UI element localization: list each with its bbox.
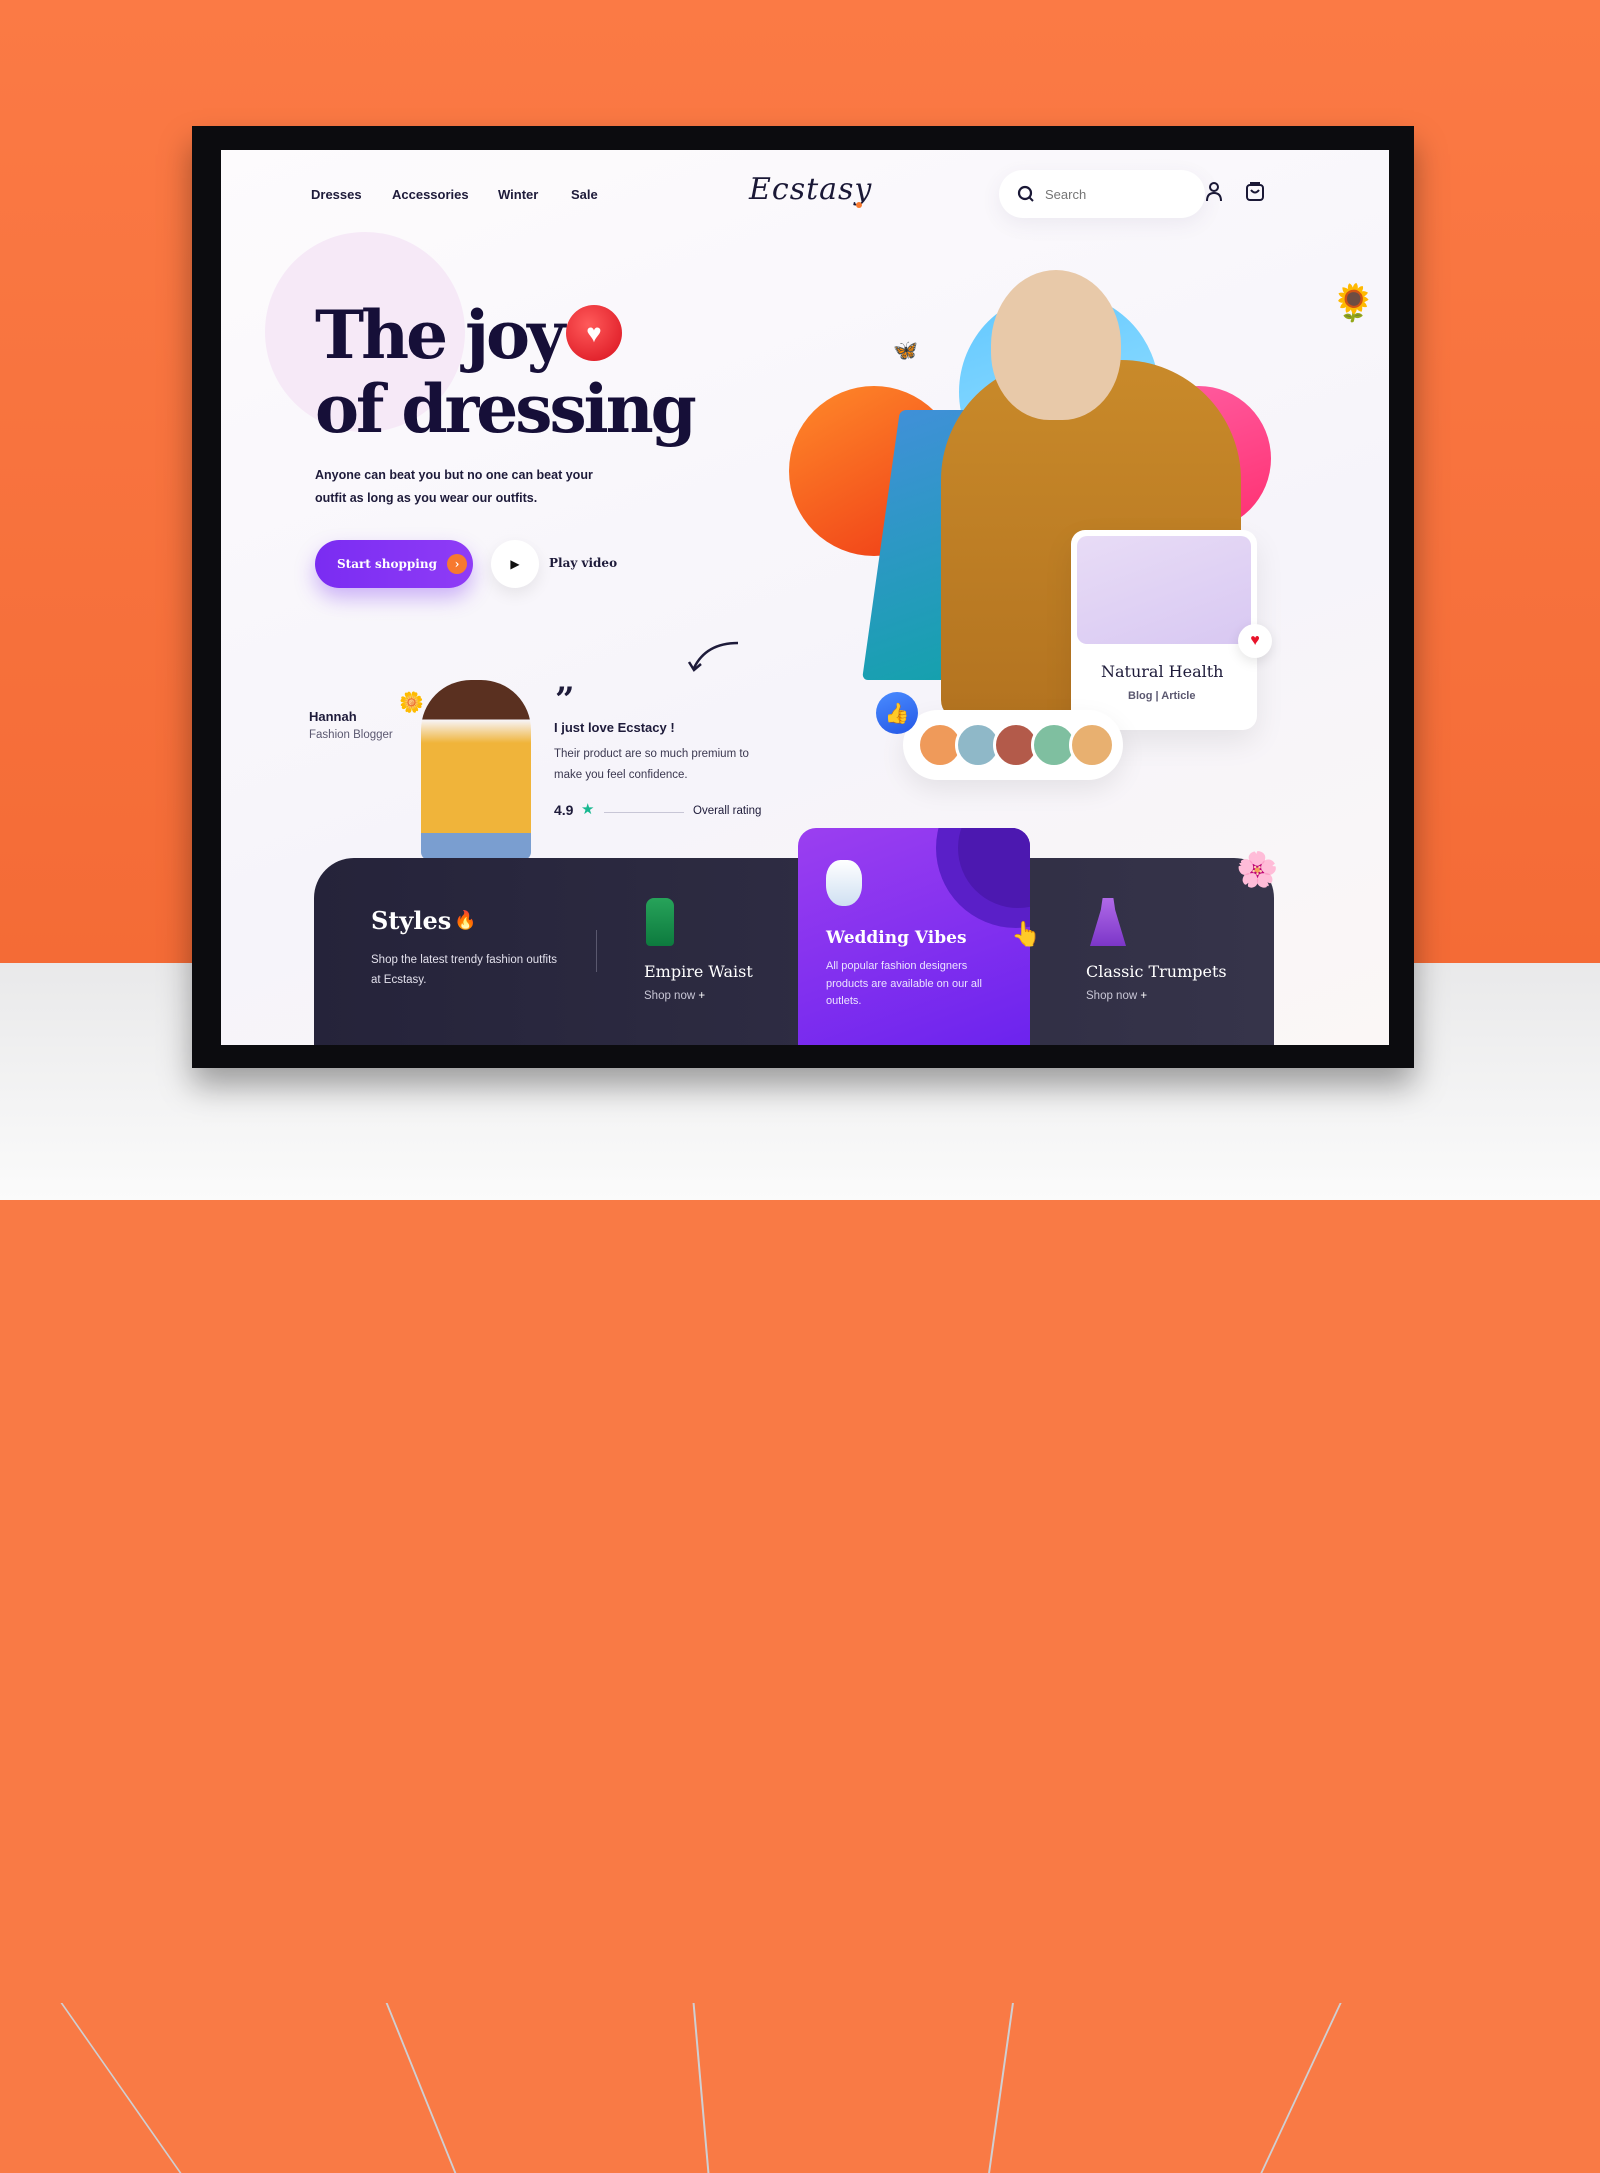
- play-icon: ▶: [510, 557, 520, 571]
- start-shopping-button[interactable]: Start shopping ›: [315, 540, 473, 588]
- wedding-vibes-card[interactable]: Wedding Vibes All popular fashion design…: [798, 828, 1030, 1045]
- search-box[interactable]: [999, 170, 1205, 218]
- title-line-2: of dressing: [315, 370, 697, 448]
- hero-subtitle: Anyone can beat you but no one can beat …: [315, 468, 593, 505]
- start-shopping-label: Start shopping: [337, 557, 437, 571]
- quote-text: Their product are so much premium to mak…: [554, 748, 749, 781]
- blog-title: Natural Health: [1101, 662, 1224, 681]
- wedding-title: Wedding Vibes: [826, 928, 967, 948]
- fire-icon: 🔥: [454, 910, 477, 930]
- shop-now-label: Shop now: [1086, 990, 1138, 1002]
- classic-trumpets-dress-icon: [1090, 898, 1126, 946]
- shop-now-link[interactable]: Shop now +: [644, 986, 705, 1006]
- logo[interactable]: Ecstasy: [749, 172, 872, 207]
- flower-icon: 🌸: [1236, 851, 1279, 889]
- tag-blog: Blog: [1128, 690, 1153, 702]
- pointer-hand-icon: 👆: [1011, 921, 1041, 948]
- arrow-right-icon: ›: [446, 554, 467, 574]
- model-face: [991, 270, 1121, 420]
- rating-divider: [604, 812, 684, 813]
- styles-title: Styles: [371, 906, 452, 935]
- play-video-button[interactable]: ▶: [491, 540, 539, 588]
- heart-icon: ♥: [566, 305, 622, 361]
- style-item-title: Empire Waist: [644, 962, 753, 981]
- tag-article: Article: [1161, 690, 1196, 702]
- shop-now-label: Shop now: [644, 990, 696, 1002]
- divider: [596, 930, 597, 972]
- logo-dot: [856, 202, 862, 208]
- title-line-1: The joy: [315, 296, 565, 374]
- flower-icon: 🌼: [399, 692, 424, 714]
- search-icon: [1017, 185, 1034, 202]
- thumbs-up-icon: 👍: [876, 692, 918, 734]
- blog-card[interactable]: Natural Health Blog | Article: [1071, 530, 1257, 730]
- blog-tags: Blog | Article: [1128, 690, 1196, 702]
- blog-image: [1077, 536, 1251, 644]
- nav-sale[interactable]: Sale: [571, 187, 598, 202]
- cart-icon[interactable]: [1245, 180, 1265, 202]
- hero-title: The joy of dressing: [315, 296, 697, 448]
- star-icon: ★: [581, 801, 595, 818]
- customer-avatars: [903, 710, 1123, 780]
- rating-value: 4.9: [554, 802, 574, 818]
- wedding-dress-icon: [826, 860, 862, 906]
- empire-waist-dress-icon: [646, 898, 674, 946]
- website-screen: Dresses Accessories Winter Sale Ecstasy …: [221, 150, 1389, 1045]
- nav-dresses[interactable]: Dresses: [311, 187, 362, 202]
- search-input[interactable]: [1045, 186, 1185, 202]
- curved-arrow-icon: [687, 641, 739, 672]
- styles-description: Shop the latest trendy fashion outfits a…: [371, 954, 558, 986]
- plus-icon: +: [698, 990, 706, 1002]
- testimonial-role: Fashion Blogger: [309, 729, 393, 741]
- quote-title: I just love Ecstacy !: [554, 720, 675, 735]
- rating-label: Overall rating: [693, 805, 762, 817]
- hannah-photo: [421, 680, 531, 860]
- sunflower-icon: 🌻: [1331, 282, 1376, 323]
- quote-icon: ”: [555, 680, 575, 720]
- like-heart-button[interactable]: ♥: [1238, 624, 1272, 658]
- nav-accessories[interactable]: Accessories: [392, 187, 469, 202]
- user-icon[interactable]: [1204, 181, 1224, 203]
- avatar: [1069, 722, 1115, 768]
- shop-now-link[interactable]: Shop now +: [1086, 986, 1147, 1006]
- plus-icon: +: [1140, 990, 1148, 1002]
- butterfly-icon: 🦋: [893, 340, 918, 362]
- wedding-description: All popular fashion designers products a…: [826, 960, 982, 1007]
- testimonial-name: Hannah: [309, 709, 357, 724]
- styles-panel: Styles 🔥 Shop the latest trendy fashion …: [314, 858, 1274, 1045]
- style-item-title: Classic Trumpets: [1086, 962, 1227, 981]
- play-video-label[interactable]: Play video: [549, 556, 617, 570]
- nav-winter[interactable]: Winter: [498, 187, 538, 202]
